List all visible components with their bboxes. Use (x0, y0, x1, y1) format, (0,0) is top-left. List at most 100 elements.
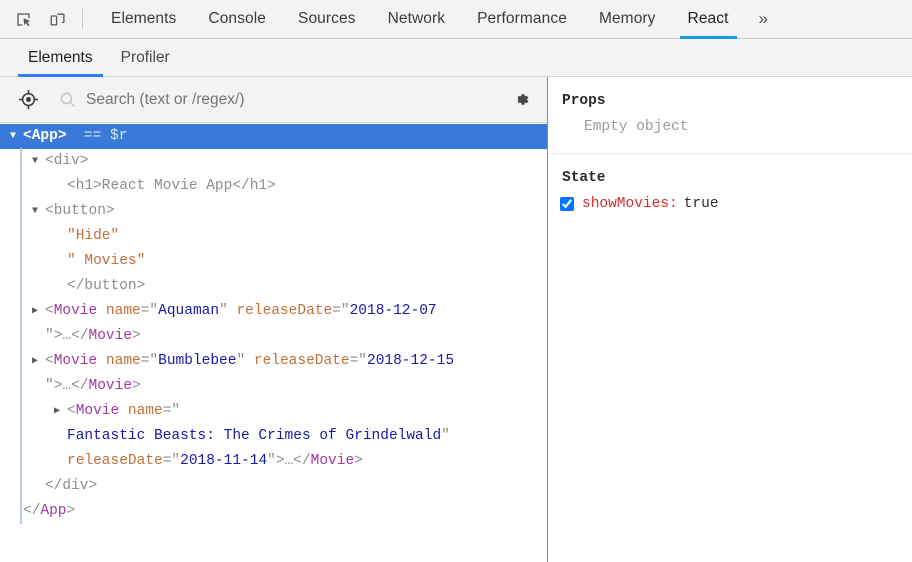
tree-row[interactable]: ▶</button> (0, 274, 547, 299)
tab-elements-label: Elements (111, 10, 177, 27)
tab-elements[interactable]: Elements (95, 0, 192, 38)
token-tag-html: <button> (45, 203, 115, 219)
tree-row[interactable]: ▶ < Movie name =" Aquaman " releaseDate =" 2018… (0, 299, 547, 324)
token-quote: " (45, 378, 54, 394)
expand-arrow-closed-icon[interactable]: ▶ (32, 299, 45, 324)
token-quote: " (267, 453, 276, 469)
token-quote: =" (349, 353, 367, 369)
device-toolbar-icon[interactable] (44, 6, 70, 32)
token-attr-val: Aquaman (158, 303, 220, 319)
tree-row[interactable]: ▼ < App > == $r (0, 124, 547, 149)
tab-console[interactable]: Console (192, 0, 282, 38)
token-tag-html: <h1>React Movie App</h1> (67, 178, 276, 194)
tree-search-toolbar (0, 77, 547, 123)
token-attr-name: releaseDate (67, 453, 163, 469)
expand-arrow-closed-icon[interactable]: ▶ (32, 349, 45, 374)
token-tag-name: Movie (53, 353, 98, 369)
tree-row[interactable]: ▶ < Movie name =" Bumblebee " releaseDate =" 20… (0, 349, 547, 374)
tree-row-list: ▼<App> == $r▼<div>▶<h1>React Movie App</… (0, 124, 547, 524)
props-title: Props (562, 93, 606, 109)
subtab-profiler-label: Profiler (120, 48, 170, 66)
expand-arrow-open-icon[interactable]: ▼ (32, 199, 45, 224)
props-section: Props Empty object (548, 77, 912, 154)
tab-sources[interactable]: Sources (282, 0, 372, 38)
target-crosshair-icon[interactable] (14, 86, 42, 114)
element-tree[interactable]: ▼<App> == $r▼<div>▶<h1>React Movie App</… (0, 123, 547, 562)
token-quote: " (219, 303, 228, 319)
more-tabs-chevron-icon[interactable]: » (745, 0, 782, 38)
token-text-node: "Hide" (67, 228, 120, 244)
inspect-element-icon[interactable] (10, 6, 36, 32)
token-tag-name: Movie (88, 328, 133, 344)
props-empty-text: Empty object (584, 119, 689, 135)
token-bracket: > (53, 328, 63, 344)
tree-row[interactable]: ▼ <button> (0, 199, 547, 224)
token-bracket: > (275, 453, 285, 469)
token-tag-html: </button> (67, 278, 146, 294)
token-tag-name: Movie (53, 303, 98, 319)
token-tag-name: App (31, 128, 58, 144)
expand-arrow-open-icon[interactable]: ▼ (32, 149, 45, 174)
tree-row[interactable]: ▶releaseDate="2018-11-14">…</Movie> (0, 449, 547, 474)
token-bracket: > (132, 328, 141, 344)
token-attr-name: name (119, 403, 163, 419)
tree-row[interactable]: ▶<h1>React Movie App</h1> (0, 174, 547, 199)
tree-row[interactable]: ▶"Hide" (0, 224, 547, 249)
state-key: showMovies (582, 196, 670, 212)
tree-arrow-spacer: ▶ (32, 324, 45, 349)
token-bracket: > (53, 378, 63, 394)
token-quote: " (236, 353, 246, 369)
tree-row[interactable]: ▶Fantastic Beasts: The Crimes of Grindel… (0, 424, 547, 449)
token-bracket: < (67, 403, 76, 419)
devtools-window: Elements Console Sources Network Perform… (0, 0, 912, 562)
devtools-tab-list: Elements Console Sources Network Perform… (95, 0, 745, 39)
token-bracket: </ (293, 453, 311, 469)
tree-row[interactable]: ▶</App> (0, 499, 547, 524)
gear-icon[interactable] (507, 86, 535, 114)
tab-performance-label: Performance (477, 10, 567, 27)
tree-row[interactable]: ▼ <div> (0, 149, 547, 174)
token-attr-val: 2018-12-07 (349, 303, 437, 319)
state-value[interactable]: true (684, 196, 719, 212)
token-quote: =" (140, 303, 159, 319)
tab-react-label: React (687, 10, 729, 27)
tab-network[interactable]: Network (372, 0, 462, 38)
search-icon (56, 89, 78, 111)
tab-react[interactable]: React (672, 0, 745, 39)
token-tag-name: Movie (88, 378, 133, 394)
token-attr-name: releaseDate (245, 353, 350, 369)
tree-row[interactable]: ▶">…</Movie> (0, 324, 547, 349)
element-tree-pane: ▼<App> == $r▼<div>▶<h1>React Movie App</… (0, 77, 548, 562)
token-ellipsis: … (62, 378, 72, 394)
subtab-elements-label: Elements (28, 48, 93, 66)
devtools-main-tabbar: Elements Console Sources Network Perform… (0, 0, 912, 39)
token-quote: " (441, 428, 450, 444)
tree-row[interactable]: ▶" Movies" (0, 249, 547, 274)
tree-arrow-spacer: ▶ (54, 449, 67, 474)
tree-arrow-spacer: ▶ (54, 174, 67, 199)
tree-row[interactable]: ▶">…</Movie> (0, 374, 547, 399)
subtab-elements[interactable]: Elements (14, 39, 107, 77)
token-bracket: </ (71, 378, 89, 394)
token-ellipsis: … (284, 453, 294, 469)
state-section: State showMovies: true (548, 154, 912, 226)
tab-memory-label: Memory (598, 10, 656, 27)
component-inspector-pane: Props Empty object State showMovies: true (548, 77, 912, 562)
tree-row[interactable]: ▶ < Movie name =" (0, 399, 547, 424)
more-tabs-label: » (758, 9, 768, 28)
token-bracket: > (132, 378, 141, 394)
tab-memory[interactable]: Memory (583, 0, 672, 38)
expand-arrow-closed-icon[interactable]: ▶ (54, 399, 67, 424)
token-text-node: " Movies" (67, 253, 146, 269)
token-dollar-r: == $r (66, 128, 128, 144)
expand-arrow-open-icon[interactable]: ▼ (10, 124, 23, 149)
tree-row[interactable]: ▶</div> (0, 474, 547, 499)
devtools-tool-icons (0, 0, 95, 38)
tab-performance[interactable]: Performance (461, 0, 583, 38)
state-value-checkbox[interactable] (560, 197, 574, 211)
subtab-profiler[interactable]: Profiler (107, 39, 184, 76)
token-attr-val: Fantastic Beasts: The Crimes of Grindelw… (67, 428, 442, 444)
tab-console-label: Console (208, 10, 266, 27)
token-quote: =" (162, 453, 181, 469)
search-input[interactable] (86, 90, 499, 109)
